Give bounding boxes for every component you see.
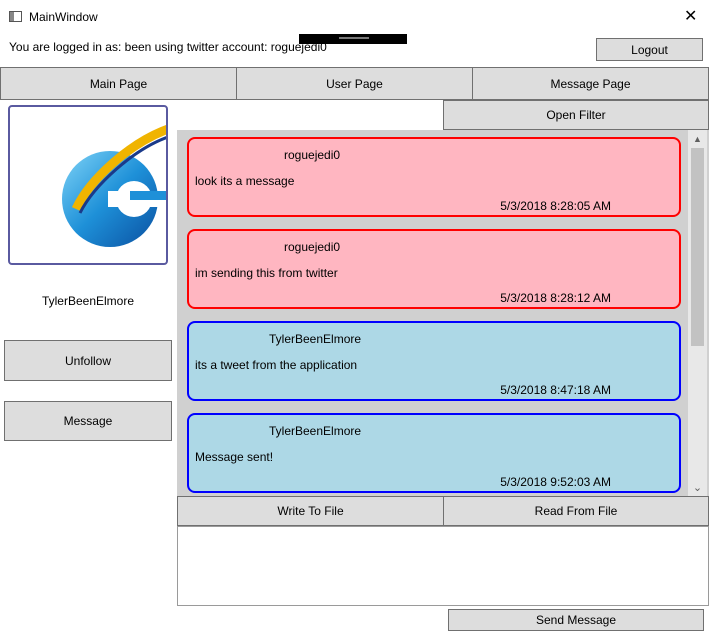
- internet-explorer-logo-icon: [62, 124, 166, 247]
- message-text: Message sent!: [195, 450, 274, 464]
- unfollow-button[interactable]: Unfollow: [4, 340, 172, 381]
- open-filter-button[interactable]: Open Filter: [443, 100, 709, 130]
- tab-message-page[interactable]: Message Page: [472, 67, 709, 100]
- window-title-bar: MainWindow ✕: [0, 0, 714, 34]
- message-text: im sending this from twitter: [195, 266, 338, 280]
- message-sender: roguejedi0: [284, 240, 341, 254]
- logout-button[interactable]: Logout: [596, 38, 703, 61]
- window-app-icon: [9, 11, 22, 22]
- scrollbar[interactable]: ▲ ⌄: [688, 130, 707, 496]
- scrollbar-thumb[interactable]: [691, 148, 704, 346]
- scroll-down-icon[interactable]: ⌄: [688, 479, 707, 496]
- message-sender: roguejedi0: [284, 148, 341, 162]
- message-card[interactable]: roguejedi0 im sending this from twitter …: [187, 229, 681, 309]
- message-card[interactable]: roguejedi0 look its a message 5/3/2018 8…: [187, 137, 681, 217]
- tab-main-page[interactable]: Main Page: [0, 67, 237, 100]
- avatar: [8, 105, 168, 265]
- message-text: its a tweet from the application: [195, 358, 358, 372]
- message-timestamp: 5/3/2018 8:28:12 AM: [500, 291, 611, 305]
- window-title: MainWindow: [29, 10, 98, 24]
- send-message-button[interactable]: Send Message: [448, 609, 704, 631]
- profile-username: TylerBeenElmore: [41, 294, 135, 308]
- compose-message-input[interactable]: [177, 526, 709, 606]
- message-timestamp: 5/3/2018 8:28:05 AM: [500, 199, 611, 213]
- read-from-file-button[interactable]: Read From File: [443, 496, 709, 526]
- message-sender: TylerBeenElmore: [269, 332, 362, 346]
- message-card[interactable]: TylerBeenElmore its a tweet from the app…: [187, 321, 681, 401]
- message-text: look its a message: [195, 174, 295, 188]
- login-status-text: You are logged in as: been using twitter…: [9, 40, 327, 54]
- message-timestamp: 5/3/2018 8:47:18 AM: [500, 383, 611, 397]
- message-sender: TylerBeenElmore: [269, 424, 362, 438]
- tab-user-page[interactable]: User Page: [236, 67, 473, 100]
- close-icon[interactable]: ✕: [684, 6, 697, 26]
- message-button[interactable]: Message: [4, 401, 172, 441]
- message-card[interactable]: TylerBeenElmore Message sent! 5/3/2018 9…: [187, 413, 681, 493]
- message-list[interactable]: roguejedi0 look its a message 5/3/2018 8…: [177, 130, 709, 496]
- write-to-file-button[interactable]: Write To File: [177, 496, 444, 526]
- message-timestamp: 5/3/2018 9:52:03 AM: [500, 475, 611, 489]
- scroll-up-icon[interactable]: ▲: [688, 130, 707, 147]
